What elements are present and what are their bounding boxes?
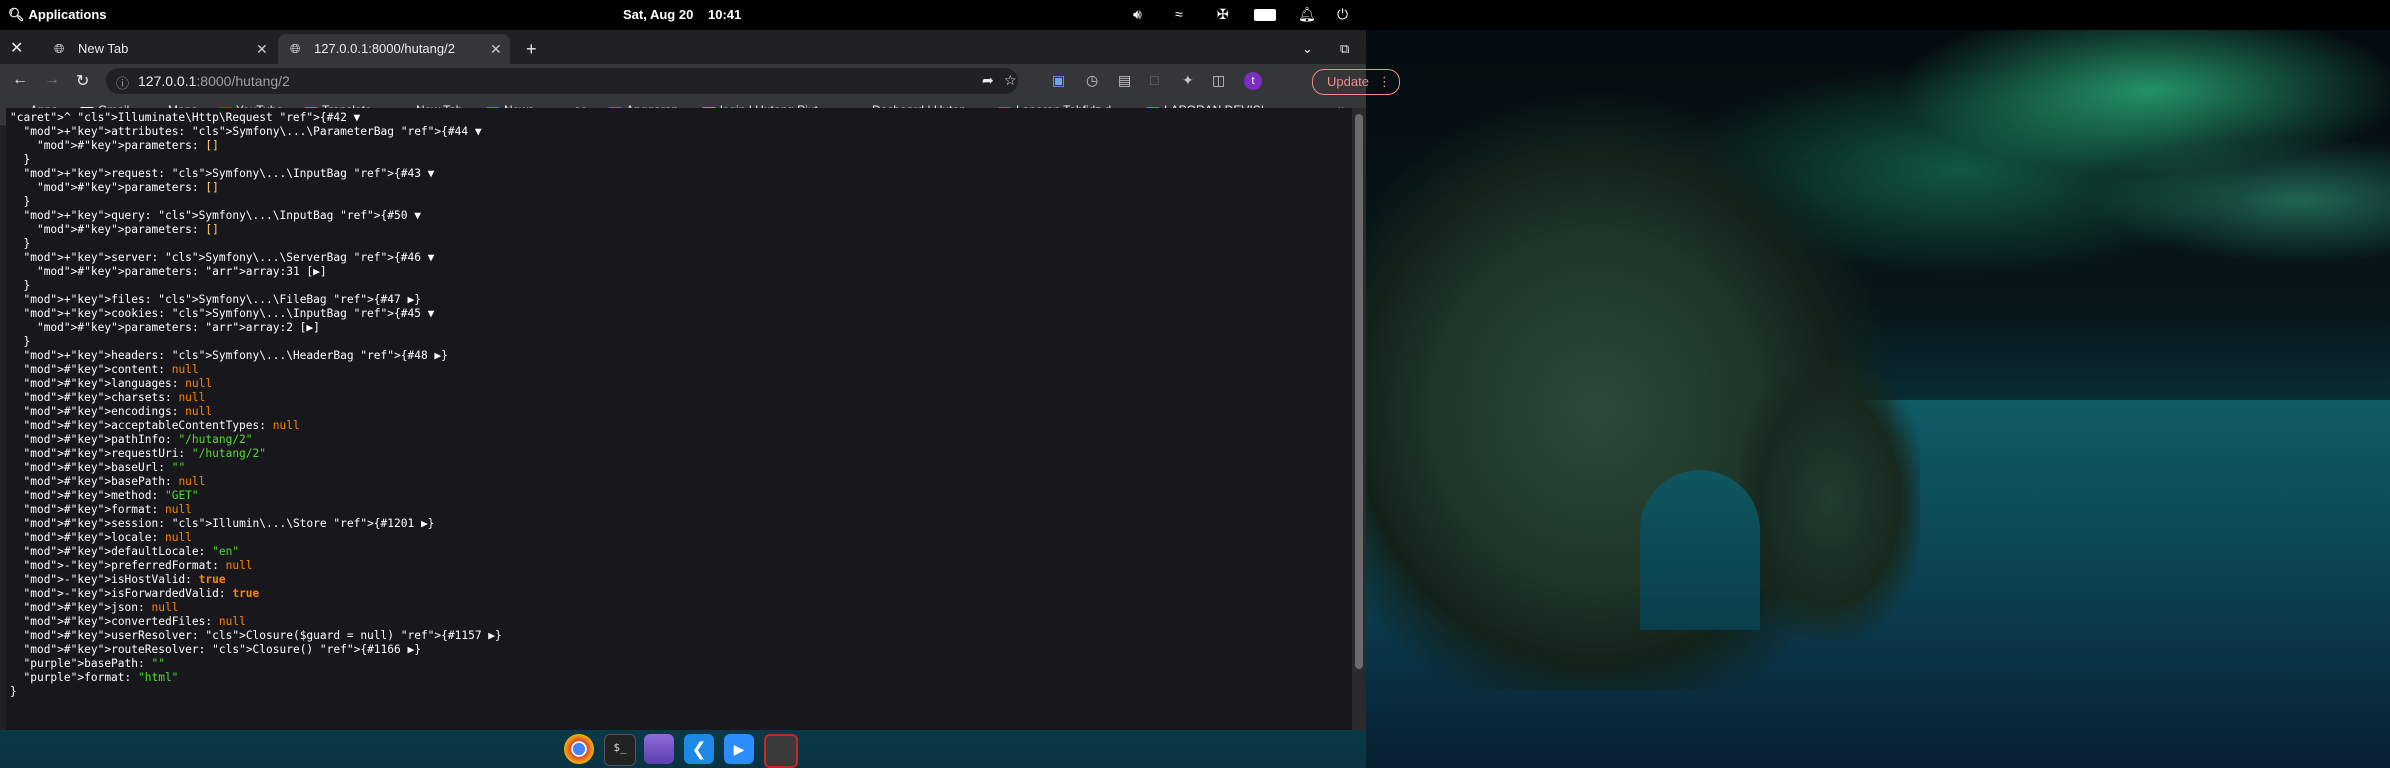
dump-line: "mod">#"key">baseUrl: "" — [23, 461, 186, 474]
dump-line[interactable]: "mod">+"key">files: "cls">Symfony\...\Fi… — [10, 293, 502, 307]
vscode-icon[interactable]: ❮ — [684, 734, 714, 764]
back-icon[interactable]: ← — [12, 71, 28, 89]
wallpaper-arch-hole — [1640, 470, 1760, 630]
dump-line: "mod">#"key">convertedFiles: null — [23, 615, 246, 628]
dump-line[interactable]: "mod">+"key">attributes: "cls">Symfony\.… — [10, 125, 502, 139]
close-window-button[interactable]: ✕ — [6, 34, 26, 64]
tab-new-tab[interactable]: 🌐︎ New Tab ✕ — [40, 34, 276, 64]
dump-line[interactable]: "mod">+"key">cookies: "cls">Symfony\...\… — [10, 307, 502, 321]
tab-title: New Tab — [78, 41, 129, 56]
browser-toolbar: ← → ↻ ⓘ 127.0.0.1:8000/hutang/2 ➦ ☆ ▣ ◷ … — [0, 64, 1400, 98]
dump-line: "mod">#"key">charsets: null — [23, 391, 206, 404]
dump-line: "purple">format: "html" — [23, 671, 179, 684]
var-dump-panel: "caret">^ "cls">Illuminate\Http\Request … — [6, 108, 1352, 730]
system-clock[interactable]: 10:41 — [708, 7, 741, 22]
extension-game-icon[interactable]: ▤ — [1118, 72, 1131, 89]
page-scrollbar[interactable] — [1352, 108, 1366, 730]
tab-strip: ✕ 🌐︎ New Tab ✕ 🌐︎ 127.0.0.1:8000/hutang/… — [0, 30, 1366, 64]
dump-line: "mod">#"key">pathInfo: "/hutang/2" — [23, 433, 253, 446]
dump-line[interactable]: "mod">+"key">server: "cls">Symfony\...\S… — [10, 251, 502, 265]
chrome-icon[interactable] — [564, 734, 594, 764]
dump-line[interactable]: "mod">#"key">parameters: "arr">array:31 … — [10, 265, 502, 279]
dump-line[interactable]: "mod">#"key">routeResolver: "cls">Closur… — [10, 643, 502, 657]
applications-label: Applications — [28, 7, 107, 22]
power-icon[interactable]: ⏻ — [1337, 6, 1348, 23]
wallpaper-arch — [1740, 360, 1920, 640]
store-icon[interactable] — [644, 734, 674, 764]
translate-extension-icon[interactable]: ▣ — [1052, 72, 1065, 89]
extension-clock-icon[interactable]: ◷ — [1086, 72, 1098, 89]
applications-menu[interactable]: 🔍︎ Applications — [8, 7, 107, 23]
extensions-puzzle-icon[interactable]: ✦ — [1182, 72, 1194, 89]
dump-line[interactable]: "mod">+"key">headers: "cls">Symfony\...\… — [10, 349, 502, 363]
dump-line: "mod">#"key">locale: null — [23, 531, 192, 544]
dump-line: "mod">#"key">basePath: null — [23, 475, 206, 488]
notification-icon[interactable]: 🔔︎ — [1298, 6, 1316, 23]
tab-close-button[interactable]: ✕ — [256, 34, 268, 64]
site-info-icon[interactable]: ⓘ — [116, 73, 129, 92]
scrollbar-thumb[interactable] — [1355, 114, 1363, 669]
dump-line: "purple">basePath: "" — [23, 657, 165, 670]
dump-line: "mod">-"key">preferredFormat: null — [23, 559, 253, 572]
bluetooth-icon[interactable]: ✠ — [1217, 6, 1229, 23]
new-tab-button[interactable]: + — [526, 34, 537, 64]
tab-active[interactable]: 🌐︎ 127.0.0.1:8000/hutang/2 ✕ — [278, 34, 510, 64]
dump-line: "mod">#"key">defaultLocale: "en" — [23, 545, 240, 558]
extension-ex-icon[interactable]: □ — [1150, 72, 1158, 88]
dump-line: "mod">-"key">isHostValid: true — [23, 573, 226, 586]
search-icon: 🔍︎ — [8, 7, 25, 22]
screenshot-icon[interactable] — [764, 734, 798, 768]
system-top-bar: 🔍︎ Applications Sat, Aug 20 10:41 🔊︎ ≈ ✠ … — [0, 0, 2390, 30]
dump-line: } — [10, 153, 31, 166]
dump-line: "mod">#"key">parameters: [] — [36, 223, 219, 236]
update-button[interactable]: Update ⋮ — [1312, 69, 1400, 95]
tab-close-button[interactable]: ✕ — [490, 34, 502, 64]
terminal-icon[interactable]: $_ — [604, 734, 636, 766]
dump-line: "mod">#"key">format: null — [23, 503, 192, 516]
tab-title: 127.0.0.1:8000/hutang/2 — [314, 41, 455, 56]
taskbar-dock: $_ ❮ ▶ — [560, 730, 810, 768]
dump-line: "mod">#"key">languages: null — [23, 377, 213, 390]
dump-line: "mod">#"key">content: null — [23, 363, 199, 376]
url-text[interactable]: 127.0.0.1:8000/hutang/2 — [138, 73, 290, 89]
dump-line: } — [10, 195, 31, 208]
dump-line[interactable]: "mod">#"key">parameters: "arr">array:2 [… — [10, 321, 502, 335]
globe-icon: 🌐︎ — [54, 41, 65, 56]
system-date[interactable]: Sat, Aug 20 — [623, 7, 693, 22]
dump-line: "mod">#"key">method: "GET" — [23, 489, 199, 502]
globe-icon: 🌐︎ — [290, 41, 301, 56]
dump-line[interactable]: "mod">+"key">request: "cls">Symfony\...\… — [10, 167, 502, 181]
dump-line: "mod">#"key">encodings: null — [23, 405, 213, 418]
dump-line[interactable]: "mod">#"key">userResolver: "cls">Closure… — [10, 629, 501, 643]
share-icon[interactable]: ➦ — [982, 72, 994, 89]
volume-icon[interactable]: 🔊︎ — [1133, 6, 1142, 23]
dump-line: } — [10, 279, 31, 292]
dump-line: "mod">#"key">json: null — [23, 601, 179, 614]
dump-line: "mod">#"key">parameters: [] — [36, 139, 219, 152]
dump-line: "mod">-"key">isForwardedValid: true — [23, 587, 260, 600]
profile-avatar[interactable]: t — [1244, 72, 1262, 90]
reload-icon[interactable]: ↻ — [76, 71, 89, 91]
forward-icon[interactable]: → — [44, 71, 60, 89]
tab-search-icon[interactable]: ⌄ — [1302, 34, 1313, 64]
dump-line[interactable]: "caret">^ "cls">Illuminate\Http\Request … — [10, 111, 502, 125]
dump-line: } — [10, 335, 31, 348]
address-bar[interactable]: ⓘ 127.0.0.1:8000/hutang/2 ➦ ☆ — [106, 68, 1018, 94]
dump-line[interactable]: "mod">#"key">session: "cls">Illumin\...\… — [10, 517, 502, 531]
dump-line: } — [10, 237, 31, 250]
dump-line: "mod">#"key">parameters: [] — [36, 181, 219, 194]
dump-line: "mod">#"key">requestUri: "/hutang/2" — [23, 447, 266, 460]
battery-icon[interactable] — [1254, 8, 1276, 24]
bookmark-star-icon[interactable]: ☆ — [1004, 72, 1017, 89]
restore-window-icon[interactable]: ⧉ — [1340, 34, 1349, 64]
var-dump-output: "caret">^ "cls">Illuminate\Http\Request … — [10, 111, 502, 699]
side-panel-icon[interactable]: ◫ — [1212, 72, 1225, 89]
dump-line[interactable]: "mod">+"key">query: "cls">Symfony\...\In… — [10, 209, 502, 223]
dump-line: "mod">#"key">acceptableContentTypes: nul… — [23, 419, 300, 432]
dump-line: } — [10, 685, 17, 698]
wifi-icon[interactable]: ≈ — [1175, 6, 1183, 22]
zoom-icon[interactable]: ▶ — [724, 734, 754, 764]
